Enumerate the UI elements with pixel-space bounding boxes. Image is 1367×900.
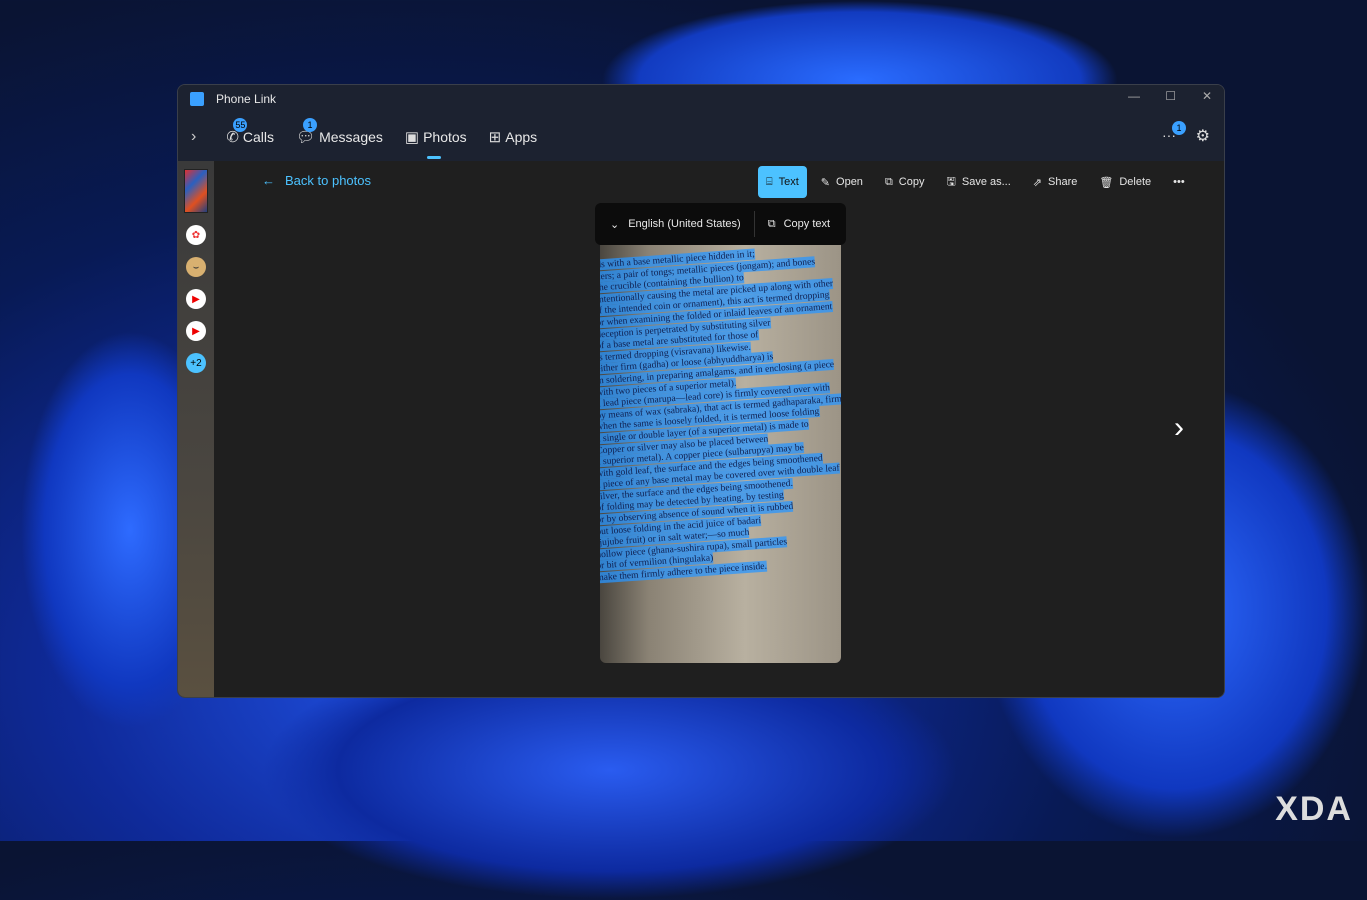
ellipsis-icon: ••• (1173, 176, 1185, 188)
copy-text-label: Copy text (783, 218, 831, 230)
maximize-button[interactable]: ☐ (1165, 89, 1176, 103)
tab-label: Apps (505, 129, 538, 145)
close-button[interactable]: ✕ (1202, 89, 1212, 103)
notification-badge: 1 (1172, 121, 1186, 135)
tab-messages[interactable]: 💬︎ 1 Messages (296, 118, 383, 146)
button-label: Text (778, 176, 799, 188)
trash-icon: 🗑︎ (1099, 176, 1114, 189)
minimize-button[interactable]: — (1128, 89, 1140, 103)
copy-text-button[interactable]: ⧉ Copy text (755, 218, 830, 231)
google-photos-app-icon[interactable]: ✿ (186, 225, 206, 245)
xda-watermark: XDA (1275, 790, 1353, 828)
save-icon: 🖫 (946, 175, 956, 188)
photo-icon: ▣ (404, 129, 420, 146)
language-label: English (United States) (628, 218, 741, 230)
delete-button[interactable]: 🗑︎ Delete (1091, 166, 1159, 198)
share-button[interactable]: ⇗ Share (1025, 166, 1086, 198)
title-bar: Phone Link — ☐ ✕ (178, 85, 1224, 113)
phone-link-window: Phone Link — ☐ ✕ › ✆ 55 Calls 💬︎ 1 Messages … (177, 84, 1225, 698)
tab-label: Calls (242, 129, 275, 145)
open-icon: ✎ (820, 176, 831, 189)
top-nav: › ✆ 55 Calls 💬︎ 1 Messages ▣ Photos ⊞ Apps ···… (178, 113, 1224, 161)
text-scan-icon: ⌸ (766, 175, 773, 188)
button-label: Open (836, 176, 863, 188)
copy-icon: ⧉ (767, 217, 776, 230)
photo-image: ds with a base metallic piece hidden in … (600, 245, 841, 663)
messages-badge: 1 (303, 118, 318, 132)
photo-toolbar: ⌸ Text ✎ Open ⧉ Copy 🖫 Save as... ⇗ Share 🗑︎ D… (758, 166, 1199, 198)
youtube-app-icon[interactable]: ▶ (186, 289, 206, 309)
active-tab-indicator (426, 156, 441, 159)
recent-apps-sidebar: ✿ ⌣ ▶ ▶ +2 (178, 161, 214, 697)
next-photo-button[interactable]: › (1174, 411, 1184, 445)
chevron-down-icon: ⌄ (610, 218, 620, 231)
button-label: Save as... (961, 176, 1011, 188)
youtube-app-icon[interactable]: ▶ (186, 321, 206, 341)
expand-chevron-icon[interactable]: › (191, 128, 196, 146)
save-as-button[interactable]: 🖫 Save as... (938, 166, 1018, 198)
tab-label: Messages (319, 129, 383, 145)
window-title: Phone Link (216, 92, 277, 106)
tab-label: Photos (423, 129, 467, 145)
open-button[interactable]: ✎ Open (813, 166, 871, 198)
phone-link-app-icon (190, 92, 204, 106)
more-options-button[interactable]: ··· 1 (1162, 121, 1186, 143)
settings-gear-icon[interactable]: ⚙ (1196, 126, 1210, 146)
copy-button[interactable]: ⧉ Copy (877, 166, 933, 198)
apps-icon: ⊞ (488, 129, 502, 146)
more-actions-button[interactable]: ••• (1165, 166, 1193, 198)
phone-wallpaper-thumbnail[interactable] (184, 169, 208, 213)
tab-photos[interactable]: ▣ Photos (404, 128, 467, 159)
tab-calls[interactable]: ✆ 55 Calls (226, 118, 275, 146)
text-recognition-popup: ⌄ English (United States) ⧉ Copy text (595, 203, 846, 245)
language-dropdown[interactable]: ⌄ English (United States) (595, 211, 755, 237)
copy-icon: ⧉ (884, 175, 893, 188)
text-button[interactable]: ⌸ Text (758, 166, 807, 198)
amazon-app-icon[interactable]: ⌣ (186, 257, 206, 277)
more-apps-badge[interactable]: +2 (186, 353, 206, 373)
arrow-left-icon: ← (262, 173, 275, 188)
share-icon: ⇗ (1032, 176, 1042, 189)
photo-viewer: ← Back to photos ⌸ Text ✎ Open ⧉ Copy 🖫 Save … (214, 161, 1224, 697)
button-label: Delete (1119, 176, 1152, 188)
tab-apps[interactable]: ⊞ Apps (489, 128, 538, 146)
back-to-photos-link[interactable]: ← Back to photos (262, 173, 371, 188)
back-label: Back to photos (285, 173, 371, 188)
button-label: Copy (898, 176, 925, 188)
button-label: Share (1048, 176, 1078, 188)
